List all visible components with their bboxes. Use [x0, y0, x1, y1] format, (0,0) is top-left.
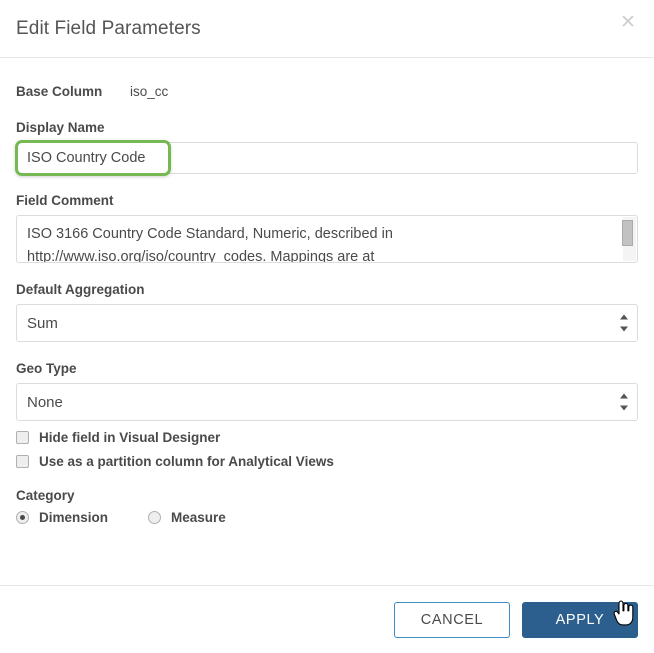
- radio-measure[interactable]: [148, 511, 162, 524]
- default-aggregation-select[interactable]: Sum: [16, 304, 638, 342]
- default-aggregation-select-wrap: Sum: [16, 304, 638, 342]
- category-label: Category: [16, 488, 75, 503]
- radio-dimension[interactable]: [16, 511, 29, 524]
- checkbox-hide-field[interactable]: [16, 431, 29, 444]
- radio-item-measure[interactable]: Measure: [148, 510, 226, 525]
- geo-type-select[interactable]: None: [16, 383, 638, 421]
- checkbox-hide-field-label: Hide field in Visual Designer: [39, 430, 221, 445]
- display-name-label: Display Name: [16, 120, 105, 135]
- checkbox-partition-column-label: Use as a partition column for Analytical…: [39, 454, 334, 469]
- cancel-button[interactable]: CANCEL: [394, 601, 510, 638]
- field-comment-label: Field Comment: [16, 193, 114, 208]
- field-comment-field-wrap: ISO 3166 Country Code Standard, Numeric,…: [16, 215, 638, 263]
- display-name-input[interactable]: [16, 142, 638, 174]
- radio-dimension-label: Dimension: [39, 510, 109, 525]
- checkbox-partition-column[interactable]: [16, 455, 29, 468]
- checkbox-row-partition-column[interactable]: Use as a partition column for Analytical…: [16, 454, 638, 469]
- radio-item-dimension[interactable]: Dimension: [16, 510, 108, 525]
- field-comment-textarea[interactable]: ISO 3166 Country Code Standard, Numeric,…: [16, 215, 638, 263]
- radio-measure-label: Measure: [171, 510, 226, 525]
- dialog-title: Edit Field Parameters: [16, 17, 201, 39]
- field-comment-scrollbar[interactable]: [622, 217, 636, 261]
- display-name-field-wrap: [15, 140, 638, 176]
- close-icon[interactable]: ✕: [618, 13, 638, 33]
- geo-type-label: Geo Type: [16, 361, 77, 376]
- edit-field-parameters-dialog: Edit Field Parameters ✕ Base Column iso_…: [0, 0, 654, 653]
- base-column-value: iso_cc: [130, 84, 169, 99]
- dialog-footer: CANCEL APPLY: [0, 585, 654, 653]
- dialog-header: Edit Field Parameters ✕: [0, 0, 654, 58]
- base-column-row: Base Column iso_cc: [16, 58, 638, 101]
- category-radio-group: Dimension Measure: [16, 510, 638, 525]
- checkbox-row-hide-field[interactable]: Hide field in Visual Designer: [16, 430, 638, 445]
- apply-button[interactable]: APPLY: [522, 601, 638, 638]
- field-comment-scrollbar-thumb[interactable]: [622, 220, 633, 246]
- base-column-label: Base Column: [16, 84, 103, 99]
- default-aggregation-label: Default Aggregation: [16, 282, 145, 297]
- geo-type-select-wrap: None: [16, 383, 638, 421]
- dialog-body: Base Column iso_cc Display Name Field Co…: [0, 58, 654, 585]
